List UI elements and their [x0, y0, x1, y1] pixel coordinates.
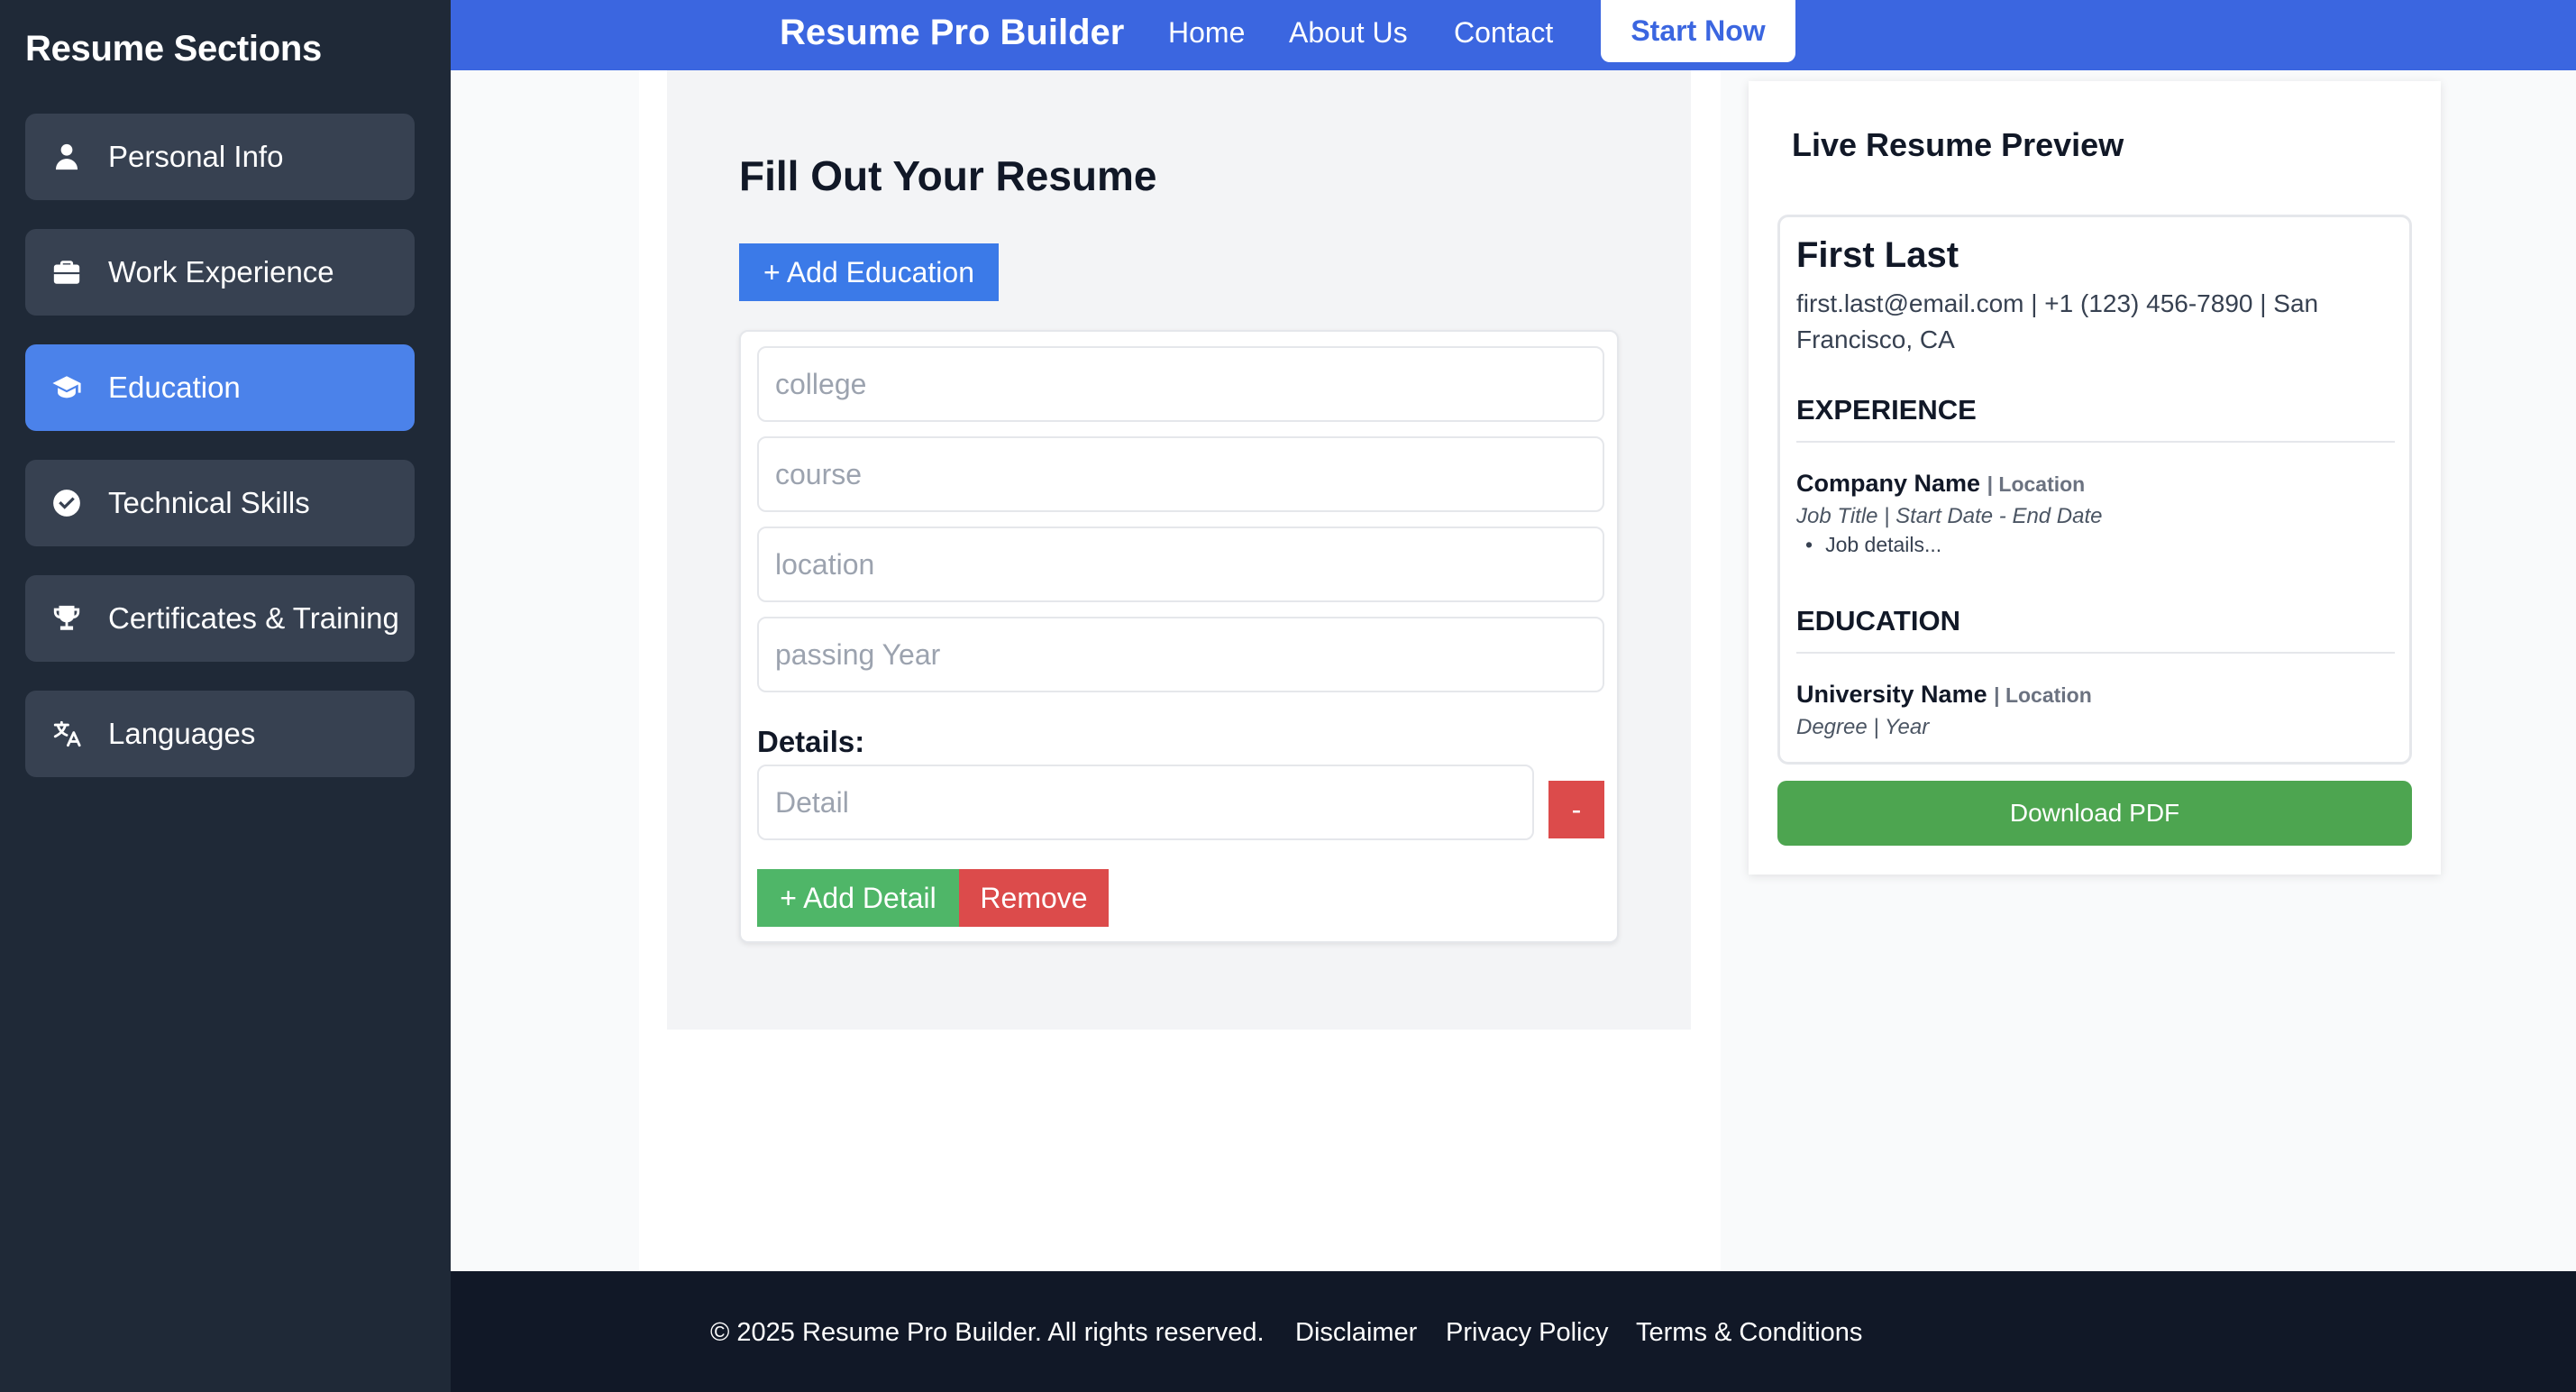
- location-input[interactable]: [757, 527, 1604, 602]
- sidebar-item-label: Education: [108, 371, 241, 404]
- resume-contact: first.last@email.com | +1 (123) 456-7890…: [1796, 289, 2319, 353]
- sidebar-title: Resume Sections: [25, 29, 322, 69]
- experience-entry-title: Company Name | Location: [1796, 470, 2085, 498]
- experience-subtitle: Job Title | Start Date - End Date: [1796, 504, 2103, 528]
- nav-link-about[interactable]: About Us: [1289, 9, 1408, 56]
- brand-logo[interactable]: Resume Pro Builder: [780, 9, 1124, 56]
- experience-bullet: Job details...: [1805, 533, 1941, 557]
- experience-heading: EXPERIENCE: [1796, 394, 1977, 426]
- course-input[interactable]: [757, 436, 1604, 512]
- footer-link-privacy[interactable]: Privacy Policy: [1446, 1318, 1609, 1348]
- footer-link-disclaimer[interactable]: Disclaimer: [1295, 1318, 1417, 1348]
- remove-education-button[interactable]: Remove: [959, 869, 1109, 927]
- top-navbar: Resume Pro Builder Home About Us Contact…: [451, 0, 2576, 70]
- resume-preview-card: First Last first.last@email.com | +1 (12…: [1777, 215, 2412, 765]
- university-name: University Name: [1796, 681, 1987, 708]
- passing-year-input[interactable]: [757, 617, 1604, 692]
- education-entry-title: University Name | Location: [1796, 681, 2092, 709]
- translate-icon: [50, 718, 83, 750]
- sidebar-item-certificates[interactable]: Certificates & Training: [25, 575, 415, 662]
- company-name: Company Name: [1796, 470, 1981, 497]
- download-pdf-button[interactable]: Download PDF: [1777, 781, 2412, 846]
- add-detail-button[interactable]: + Add Detail: [757, 869, 959, 927]
- sidebar-item-education[interactable]: Education: [25, 344, 415, 431]
- education-heading: EDUCATION: [1796, 605, 1960, 636]
- sidebar-item-label: Technical Skills: [108, 486, 310, 519]
- sidebar-item-label: Personal Info: [108, 140, 284, 173]
- remove-detail-button[interactable]: -: [1548, 781, 1604, 838]
- nav-link-contact[interactable]: Contact: [1454, 9, 1553, 56]
- resume-name: First Last: [1796, 235, 1959, 275]
- add-education-button[interactable]: + Add Education: [739, 243, 999, 301]
- graduation-cap-icon: [50, 371, 83, 404]
- briefcase-icon: [50, 256, 83, 288]
- sidebar-item-label: Languages: [108, 717, 256, 750]
- university-location: | Location: [1994, 683, 2092, 707]
- footer-link-terms[interactable]: Terms & Conditions: [1636, 1318, 1862, 1348]
- college-input[interactable]: [757, 346, 1604, 422]
- sidebar-item-languages[interactable]: Languages: [25, 691, 415, 777]
- person-icon: [50, 141, 83, 173]
- sidebar-item-label: Certificates & Training: [108, 601, 399, 635]
- education-entry-card: Details: - + Add Detail Remove: [739, 330, 1619, 943]
- company-location: | Location: [1987, 472, 2086, 496]
- sidebar: Resume Sections Personal Info Work Exper…: [0, 0, 451, 1392]
- education-divider: [1796, 652, 2395, 654]
- resume-preview-panel: Live Resume Preview First Last first.las…: [1749, 81, 2441, 875]
- trophy-icon: [50, 602, 83, 635]
- detail-input[interactable]: [757, 765, 1534, 840]
- start-now-button[interactable]: Start Now: [1601, 0, 1795, 62]
- preview-title: Live Resume Preview: [1792, 126, 2124, 163]
- details-label: Details:: [757, 725, 865, 758]
- footer: © 2025 Resume Pro Builder. All rights re…: [451, 1271, 2576, 1392]
- sidebar-item-label: Work Experience: [108, 255, 334, 288]
- sidebar-item-work-experience[interactable]: Work Experience: [25, 229, 415, 316]
- form-heading: Fill Out Your Resume: [739, 152, 1157, 199]
- education-subtitle: Degree | Year: [1796, 715, 1930, 739]
- footer-copyright: © 2025 Resume Pro Builder. All rights re…: [710, 1318, 1265, 1347]
- experience-divider: [1796, 441, 2395, 443]
- sidebar-item-technical-skills[interactable]: Technical Skills: [25, 460, 415, 546]
- nav-link-home[interactable]: Home: [1168, 9, 1245, 56]
- check-circle-icon: [50, 487, 83, 519]
- sidebar-item-personal-info[interactable]: Personal Info: [25, 114, 415, 200]
